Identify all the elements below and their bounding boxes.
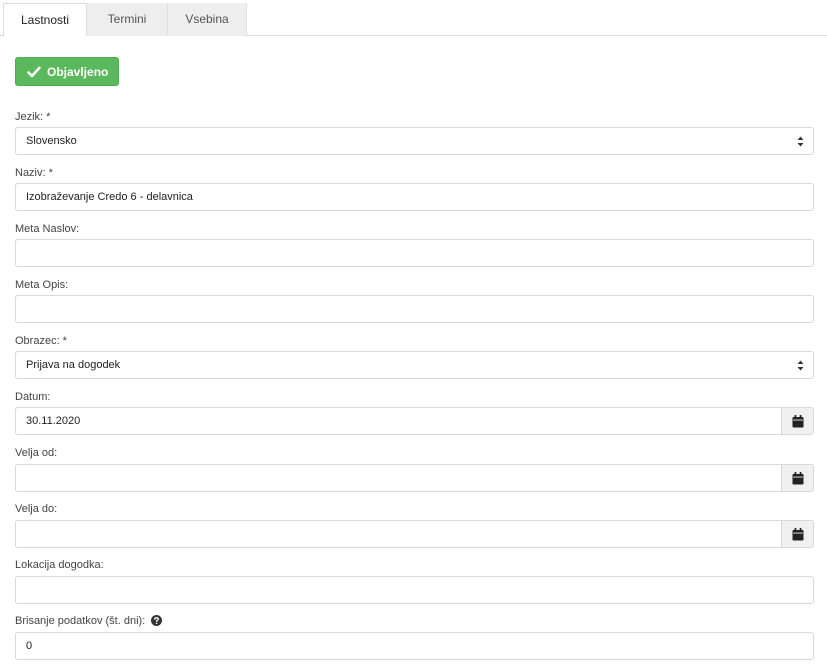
naziv-input[interactable]	[15, 183, 814, 211]
jezik-label: Jezik: *	[15, 111, 51, 123]
brisanje-input[interactable]	[15, 632, 814, 660]
obrazec-value: Prijava na dogodek	[26, 359, 121, 371]
obrazec-select[interactable]: Prijava na dogodek	[15, 351, 814, 379]
tab-termini[interactable]: Termini	[87, 3, 168, 36]
calendar-icon	[792, 527, 803, 540]
jezik-select[interactable]: Slovensko	[15, 127, 814, 155]
velja-do-label: Velja do:	[15, 503, 58, 515]
select-arrows-icon	[797, 352, 804, 378]
velja-do-input[interactable]	[15, 520, 782, 548]
lokacija-input[interactable]	[15, 576, 814, 604]
check-icon	[27, 66, 41, 77]
datum-input[interactable]	[15, 407, 782, 435]
datum-label: Datum:	[15, 391, 51, 403]
meta-opis-input[interactable]	[15, 295, 814, 323]
velja-od-label: Velja od:	[15, 447, 58, 459]
tab-bar: Lastnosti Termini Vsebina	[0, 0, 827, 37]
published-button[interactable]: Objavljeno	[15, 57, 119, 86]
meta-opis-label: Meta Opis:	[15, 279, 69, 291]
velja-do-calendar-button[interactable]	[781, 520, 814, 548]
tab-lastnosti[interactable]: Lastnosti	[3, 3, 87, 37]
lokacija-label: Lokacija dogodka:	[15, 559, 104, 571]
calendar-icon	[792, 414, 803, 427]
calendar-icon	[792, 471, 803, 484]
select-arrows-icon	[797, 128, 804, 154]
obrazec-label: Obrazec: *	[15, 335, 67, 347]
published-label: Objavljeno	[47, 64, 109, 79]
question-circle-icon[interactable]	[151, 615, 163, 626]
jezik-value: Slovensko	[26, 135, 77, 147]
tab-vsebina[interactable]: Vsebina	[168, 3, 247, 36]
meta-naslov-input[interactable]	[15, 239, 814, 267]
velja-od-input[interactable]	[15, 464, 782, 492]
meta-naslov-label: Meta Naslov:	[15, 223, 80, 235]
brisanje-label-row: Brisanje podatkov (št. dni):	[15, 614, 163, 628]
datum-calendar-button[interactable]	[781, 407, 814, 435]
brisanje-label: Brisanje podatkov (št. dni):	[15, 615, 146, 627]
naziv-label: Naziv: *	[15, 167, 53, 179]
velja-od-calendar-button[interactable]	[781, 464, 814, 492]
